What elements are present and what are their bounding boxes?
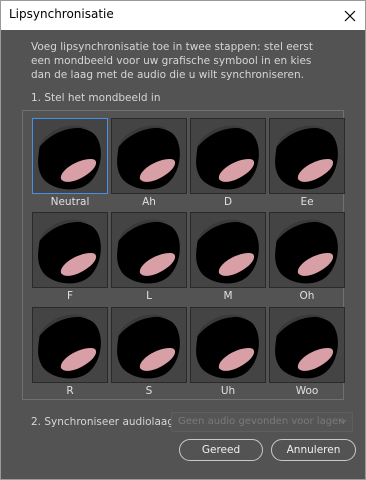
- mouth-shape-icon: [275, 219, 338, 284]
- close-icon: [344, 10, 356, 21]
- viseme-thumbnail[interactable]: [269, 212, 345, 288]
- viseme-label: Woo: [295, 385, 319, 397]
- viseme-thumbnail[interactable]: [269, 307, 345, 383]
- viseme-thumbnail[interactable]: [32, 212, 108, 288]
- audio-layer-select[interactable]: Geen audio gevonden voor lagen: [171, 412, 353, 432]
- step1-label: 1. Stel het mondbeeld in: [31, 92, 161, 104]
- viseme-label: Oh: [299, 290, 315, 302]
- mouth-shape-icon: [275, 314, 338, 379]
- viseme-thumbnail[interactable]: [111, 118, 187, 194]
- viseme-label: Ee: [300, 196, 314, 208]
- audio-layer-select-value: Geen audio gevonden voor lagen: [178, 416, 345, 427]
- viseme-label: Neutral: [50, 196, 90, 208]
- viseme-label: D: [223, 196, 233, 208]
- viseme-thumbnail[interactable]: [32, 118, 108, 194]
- viseme-thumbnail[interactable]: [32, 307, 108, 383]
- dialog-body: Voeg lipsynchronisatie toe in twee stapp…: [1, 30, 365, 479]
- mouth-shape-icon: [196, 314, 259, 379]
- lip-sync-dialog: Lipsynchronisatie Voeg lipsynchronisatie…: [0, 0, 366, 480]
- viseme-thumbnail[interactable]: [111, 212, 187, 288]
- viseme-label: Ah: [142, 196, 156, 208]
- viseme-label: M: [223, 290, 233, 302]
- close-button[interactable]: [335, 1, 365, 30]
- viseme-label: L: [146, 290, 152, 302]
- mouth-shape-icon: [117, 125, 180, 190]
- dialog-title: Lipsynchronisatie: [9, 7, 114, 21]
- mouth-shape-icon: [38, 314, 101, 379]
- viseme-label: R: [66, 385, 74, 397]
- viseme-thumbnail[interactable]: [269, 118, 345, 194]
- intro-text: Voeg lipsynchronisatie toe in twee stapp…: [31, 41, 314, 81]
- mouth-shape-icon: [275, 125, 338, 190]
- mouth-shape-icon: [38, 219, 101, 284]
- chevron-down-icon: [339, 419, 347, 424]
- step2-label: 2. Synchroniseer audiolaag:: [31, 416, 178, 428]
- viseme-label: Uh: [220, 385, 236, 397]
- viseme-thumbnail[interactable]: [111, 307, 187, 383]
- cancel-button[interactable]: Annuleren: [271, 439, 356, 461]
- mouth-shape-icon: [117, 314, 180, 379]
- viseme-label: S: [145, 385, 153, 397]
- viseme-label: F: [66, 290, 74, 302]
- viseme-thumbnail[interactable]: [190, 212, 266, 288]
- done-button[interactable]: Gereed: [179, 439, 263, 461]
- viseme-thumbnail[interactable]: [190, 307, 266, 383]
- mouth-shape-icon: [196, 125, 259, 190]
- mouth-shape-icon: [117, 219, 180, 284]
- mouth-shape-icon: [38, 125, 101, 190]
- title-bar: Lipsynchronisatie: [1, 1, 365, 30]
- viseme-thumbnail[interactable]: [190, 118, 266, 194]
- mouth-shape-icon: [196, 219, 259, 284]
